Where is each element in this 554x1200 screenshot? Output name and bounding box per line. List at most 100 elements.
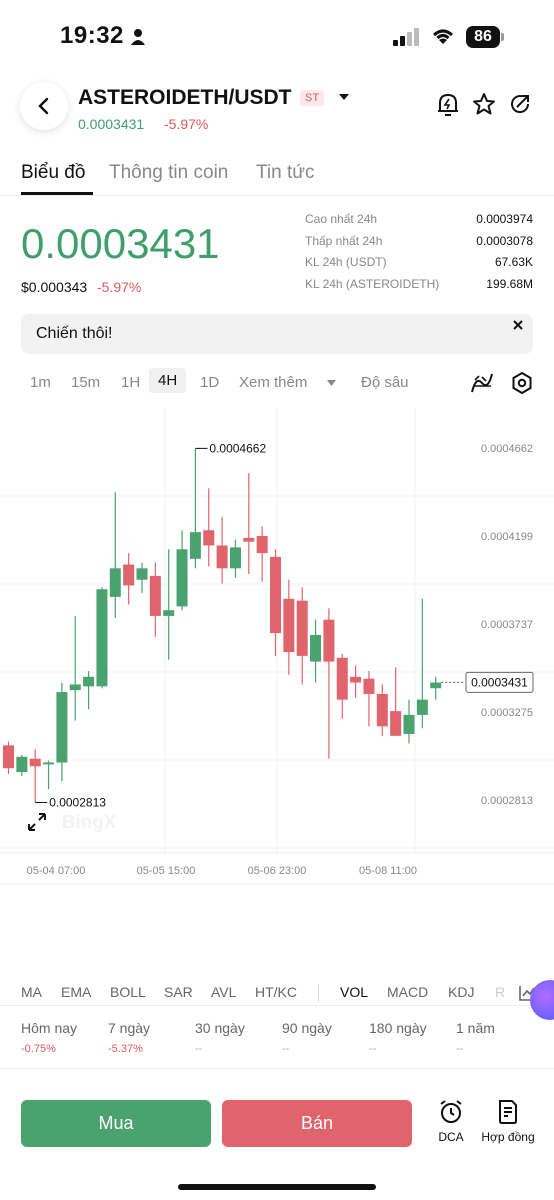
indicator-r[interactable]: R: [495, 984, 505, 1000]
contract-action[interactable]: Hợp đồng: [479, 1099, 537, 1144]
candle-body: [29, 758, 41, 767]
indicator-icon[interactable]: [470, 372, 494, 394]
candle-body: [176, 549, 188, 607]
candle-body: [83, 676, 95, 687]
interval-more[interactable]: Xem thêm: [239, 374, 307, 391]
chart-settings-icon[interactable]: [512, 372, 532, 394]
battery-cap: [501, 33, 504, 41]
perf-label: 180 ngày: [369, 1020, 427, 1036]
candle-body: [270, 556, 281, 634]
interval-1d[interactable]: 1D: [200, 374, 219, 391]
interval-bar: 1m 15m 1H 4H 1D Xem thêm Độ sâu: [0, 366, 554, 400]
interval-1h[interactable]: 1H: [121, 374, 140, 391]
x-tick-label: 05-05 15:00: [137, 865, 196, 877]
candle-body: [203, 530, 215, 546]
tab-underline: [21, 192, 93, 195]
interval-1m[interactable]: 1m: [30, 374, 51, 391]
perf-today: Hôm nay -0.75%: [21, 1020, 77, 1055]
dca-label: DCA: [438, 1130, 464, 1144]
indicator-ht-kc[interactable]: HT/KC: [255, 984, 297, 1000]
indicator-macd[interactable]: MACD: [387, 984, 428, 1000]
status-bar: 19:32 86: [0, 0, 554, 72]
candle-body: [430, 682, 442, 689]
dca-action[interactable]: DCA: [434, 1099, 468, 1144]
y-tick-label: 0.0002813: [481, 795, 533, 807]
x-tick-label: 05-08 11:00: [359, 865, 417, 877]
pair-dropdown-icon[interactable]: [338, 92, 350, 102]
candle-body: [256, 535, 268, 554]
contract-document-icon: [499, 1100, 517, 1124]
candle-body: [189, 532, 201, 559]
perf-value: --: [282, 1043, 290, 1055]
content-tabs: Biểu đồ Thông tin coin Tin tức: [0, 158, 554, 196]
indicator-vol[interactable]: VOL: [340, 984, 368, 1000]
candle-body: [216, 545, 228, 569]
stat-value: 0.0003078: [476, 233, 533, 248]
stats-panel: Cao nhất 24h 0.0003974 Thấp nhất 24h 0.000…: [305, 212, 533, 298]
perf-value: -5.37%: [108, 1043, 143, 1055]
candle-body: [296, 600, 308, 656]
header-change: -5.97%: [164, 116, 209, 132]
perf-180d: 180 ngày --: [369, 1020, 427, 1055]
indicator-sar[interactable]: SAR: [164, 984, 193, 1000]
high-price-label: 0.0004662: [209, 441, 266, 455]
contract-label: Hợp đồng: [481, 1130, 535, 1144]
candle-body: [336, 657, 348, 700]
candle-body: [163, 610, 175, 616]
y-tick-label: 0.0004199: [481, 531, 533, 543]
chevron-down-icon[interactable]: [327, 380, 336, 387]
candle-body: [323, 619, 335, 662]
candle-body: [229, 547, 241, 569]
header-price: 0.0003431: [78, 116, 145, 132]
candle-body: [390, 711, 402, 736]
x-tick-label: 05-04 07:00: [27, 865, 86, 877]
interval-4h[interactable]: 4H: [149, 368, 187, 393]
share-icon[interactable]: [508, 92, 532, 116]
y-tick-label: 0.0003737: [481, 619, 533, 631]
candle-body: [123, 564, 135, 586]
stat-value: 199.68M: [486, 276, 533, 291]
indicator-avl[interactable]: AVL: [211, 984, 236, 1000]
candle-body: [363, 678, 375, 694]
promo-banner[interactable]: Chiến thôi!: [21, 314, 533, 354]
candle-body: [69, 684, 81, 691]
price-chart[interactable]: 0.0004662 0.0004199 0.0003737 0.0003275 0.00…: [0, 408, 554, 888]
indicator-kdj[interactable]: KDJ: [448, 984, 474, 1000]
candle-body: [283, 598, 295, 653]
tab-coin-info[interactable]: Thông tin coin: [109, 162, 228, 184]
person-icon: [131, 29, 145, 45]
sell-button[interactable]: Bán: [222, 1100, 412, 1147]
perf-label: 30 ngày: [195, 1020, 245, 1036]
usd-price: $0.000343: [21, 279, 88, 295]
indicator-boll[interactable]: BOLL: [110, 984, 146, 1000]
favorite-star-icon[interactable]: [472, 92, 496, 116]
price-alert-icon[interactable]: [436, 92, 460, 118]
indicator-bar: MA EMA BOLL SAR AVL HT/KC VOL MACD KDJ R: [0, 980, 554, 1006]
perf-30d: 30 ngày --: [195, 1020, 245, 1055]
candle-body: [56, 692, 68, 763]
indicator-ema[interactable]: EMA: [61, 984, 91, 1000]
perf-label: 90 ngày: [282, 1020, 332, 1036]
tab-chart[interactable]: Biểu đồ: [21, 162, 85, 184]
bingx-watermark: BingX: [62, 812, 117, 832]
back-button[interactable]: [20, 82, 68, 130]
y-tick-label: 0.0004662: [481, 443, 533, 455]
stat-value: 0.0003974: [476, 212, 533, 226]
perf-value: -0.75%: [21, 1043, 56, 1055]
fullscreen-expand-icon[interactable]: [27, 812, 47, 832]
perf-7d: 7 ngày -5.37%: [108, 1020, 150, 1055]
depth-tab[interactable]: Độ sâu: [361, 374, 409, 391]
low-price-label: 0.0002813: [49, 795, 106, 809]
pair-title[interactable]: ASTEROIDETH/USDT: [78, 86, 292, 110]
signal-icon: [393, 28, 419, 46]
home-indicator: [178, 1184, 376, 1190]
alarm-clock-icon: [440, 1100, 462, 1123]
buy-button[interactable]: Mua: [21, 1100, 211, 1147]
interval-15m[interactable]: 15m: [71, 374, 100, 391]
tab-news[interactable]: Tin tức: [256, 162, 314, 184]
perf-value: --: [195, 1043, 203, 1055]
perf-label: Hôm nay: [21, 1020, 78, 1036]
close-icon[interactable]: [511, 318, 525, 332]
y-tick-label: 0.0003275: [481, 707, 533, 719]
indicator-ma[interactable]: MA: [21, 984, 42, 1000]
